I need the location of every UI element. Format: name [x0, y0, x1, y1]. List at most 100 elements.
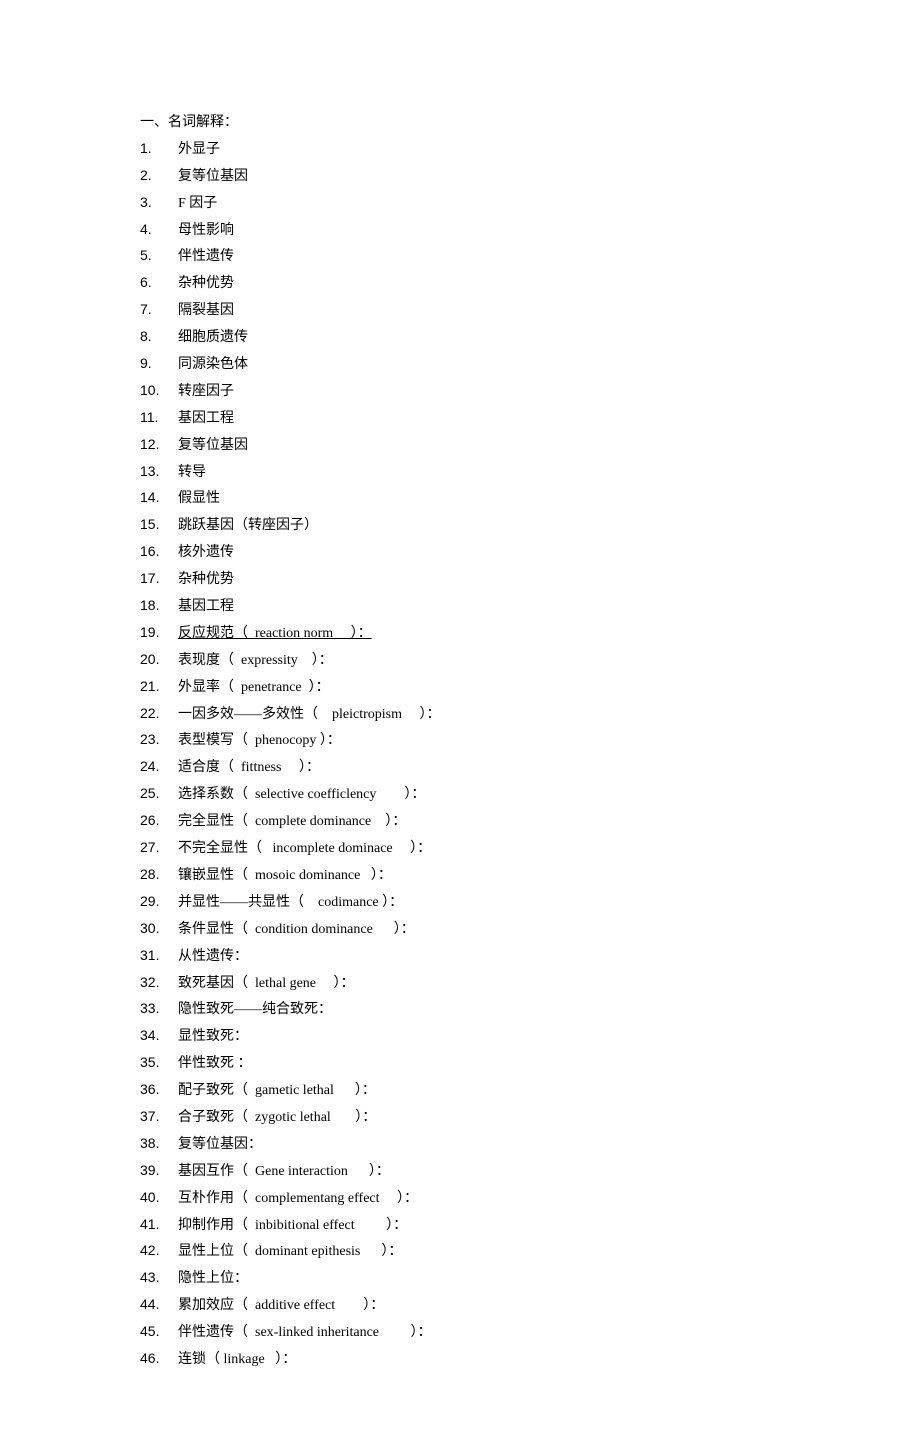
- item-number: 8.: [140, 324, 178, 350]
- item-number: 46.: [140, 1346, 178, 1372]
- list-item: 16.核外遗传: [140, 539, 780, 566]
- list-item: 31.从性遗传：: [140, 943, 780, 970]
- list-item: 40.互朴作用（ complementang effect ）：: [140, 1185, 780, 1212]
- list-item: 41.抑制作用（ inbibitional effect ）：: [140, 1212, 780, 1239]
- item-number: 24.: [140, 754, 178, 780]
- item-term: 外显子: [178, 137, 220, 163]
- list-item: 33.隐性致死——纯合致死：: [140, 996, 780, 1023]
- item-term: 同源染色体: [178, 352, 248, 378]
- list-item: 5.伴性遗传: [140, 243, 780, 270]
- list-item: 9.同源染色体: [140, 351, 780, 378]
- item-term: 镶嵌显性（ mosoic dominance ）：: [178, 863, 392, 889]
- list-item: 15.跳跃基因（转座因子）: [140, 512, 780, 539]
- item-number: 10.: [140, 378, 178, 404]
- item-term: 完全显性（ complete dominance ）：: [178, 809, 406, 835]
- list-item: 4.母性影响: [140, 217, 780, 244]
- list-item: 21.外显率（ penetrance ）：: [140, 674, 780, 701]
- item-term: 不完全显性（ incomplete dominace ）：: [178, 836, 431, 862]
- item-term: 隐性致死——纯合致死：: [178, 997, 332, 1023]
- item-number: 42.: [140, 1238, 178, 1264]
- list-item: 12.复等位基因: [140, 432, 780, 459]
- item-term: 复等位基因：: [178, 1132, 262, 1158]
- list-item: 35.伴性致死 ：: [140, 1050, 780, 1077]
- list-item: 43.隐性上位：: [140, 1265, 780, 1292]
- list-item: 39.基因互作（ Gene interaction ）：: [140, 1158, 780, 1185]
- list-item: 36.配子致死（ gametic lethal ）：: [140, 1077, 780, 1104]
- item-number: 18.: [140, 593, 178, 619]
- list-item: 3.F 因子: [140, 190, 780, 217]
- item-number: 37.: [140, 1104, 178, 1130]
- item-term: 母性影响: [178, 218, 234, 244]
- item-number: 20.: [140, 647, 178, 673]
- item-term: 杂种优势: [178, 567, 234, 593]
- item-term: 伴性遗传: [178, 244, 234, 270]
- list-item: 28.镶嵌显性（ mosoic dominance ）：: [140, 862, 780, 889]
- item-term: 显性致死：: [178, 1024, 248, 1050]
- term-list: 1.外显子2.复等位基因3.F 因子4.母性影响5.伴性遗传6. 杂种优势 7.隔裂…: [140, 136, 780, 1373]
- item-term: 致死基因（ lethal gene ）：: [178, 971, 355, 997]
- item-term: 隔裂基因: [178, 298, 234, 324]
- item-number: 28.: [140, 862, 178, 888]
- section-title: 一、名词解释：: [140, 110, 780, 136]
- item-term: 细胞质遗传: [178, 325, 248, 351]
- item-number: 43.: [140, 1265, 178, 1291]
- item-number: 1.: [140, 136, 178, 162]
- item-term: 显性上位（ dominant epithesis ）：: [178, 1239, 402, 1265]
- list-item: 23.表型模写（ phenocopy ）：: [140, 727, 780, 754]
- item-number: 44.: [140, 1292, 178, 1318]
- item-number: 22.: [140, 701, 178, 727]
- item-number: 34.: [140, 1023, 178, 1049]
- list-item: 27.不完全显性（ incomplete dominace ）：: [140, 835, 780, 862]
- item-number: 36.: [140, 1077, 178, 1103]
- item-term: 累加效应（ additive effect ）：: [178, 1293, 384, 1319]
- item-term: 选择系数（ selective coefficlency ）：: [178, 782, 425, 808]
- item-number: 12.: [140, 432, 178, 458]
- list-item: 32.致死基因（ lethal gene ）：: [140, 970, 780, 997]
- item-number: 6.: [140, 270, 178, 296]
- item-number: 23.: [140, 727, 178, 753]
- list-item: 30.条件显性（ condition dominance ）：: [140, 916, 780, 943]
- item-number: 40.: [140, 1185, 178, 1211]
- item-term: 伴性致死 ：: [178, 1051, 252, 1077]
- item-number: 25.: [140, 781, 178, 807]
- list-item: 8.细胞质遗传: [140, 324, 780, 351]
- list-item: 13.转导: [140, 459, 780, 486]
- item-number: 30.: [140, 916, 178, 942]
- item-term: 从性遗传：: [178, 944, 248, 970]
- item-term: 假显性: [178, 486, 220, 512]
- item-term: 适合度（ fittness ）：: [178, 755, 320, 781]
- item-term: 反应规范（ reaction norm ）：: [178, 621, 372, 647]
- list-item: 18.基因工程: [140, 593, 780, 620]
- list-item: 25.选择系数（ selective coefficlency ）：: [140, 781, 780, 808]
- list-item: 20.表现度（ expressity ）：: [140, 647, 780, 674]
- item-term: F 因子: [178, 191, 217, 217]
- item-term: 隐性上位：: [178, 1266, 248, 1292]
- list-item: 45.伴性遗传（ sex-linked inheritance ）：: [140, 1319, 780, 1346]
- item-number: 3.: [140, 190, 178, 216]
- list-item: 17.杂种优势: [140, 566, 780, 593]
- list-item: 46.连锁（ linkage ）：: [140, 1346, 780, 1373]
- item-number: 39.: [140, 1158, 178, 1184]
- item-number: 4.: [140, 217, 178, 243]
- list-item: 10.转座因子: [140, 378, 780, 405]
- item-term: 转导: [178, 460, 206, 486]
- item-number: 41.: [140, 1212, 178, 1238]
- item-number: 5.: [140, 243, 178, 269]
- list-item: 26.完全显性（ complete dominance ）：: [140, 808, 780, 835]
- item-term: 并显性——共显性（ codimance ）：: [178, 890, 403, 916]
- item-number: 19.: [140, 620, 178, 646]
- list-item: 2.复等位基因: [140, 163, 780, 190]
- document-page: 一、名词解释： 1.外显子2.复等位基因3.F 因子4.母性影响5.伴性遗传6.…: [0, 0, 920, 1433]
- item-term: 基因工程: [178, 406, 234, 432]
- item-term: 表型模写（ phenocopy ）：: [178, 728, 341, 754]
- item-number: 27.: [140, 835, 178, 861]
- list-item: 34.显性致死：: [140, 1023, 780, 1050]
- item-term: 核外遗传: [178, 540, 234, 566]
- item-number: 45.: [140, 1319, 178, 1345]
- item-term: 一因多效——多效性（ pleictropism ）：: [178, 702, 441, 728]
- item-number: 16.: [140, 539, 178, 565]
- item-number: 9.: [140, 351, 178, 377]
- list-item: 29.并显性——共显性（ codimance ）：: [140, 889, 780, 916]
- list-item: 42.显性上位（ dominant epithesis ）：: [140, 1238, 780, 1265]
- list-item: 7.隔裂基因: [140, 297, 780, 324]
